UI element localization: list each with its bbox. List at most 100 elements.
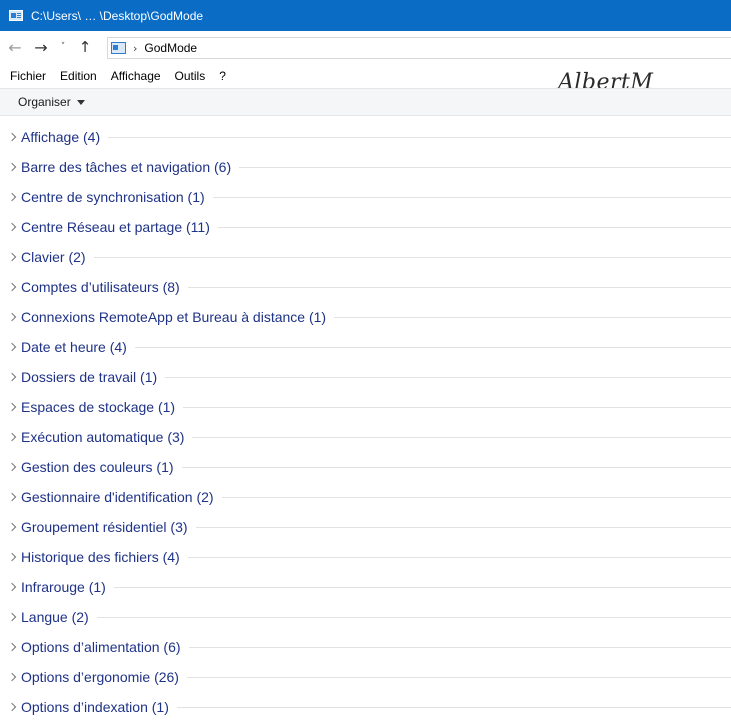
- group-header[interactable]: Comptes d’utilisateurs (8): [0, 272, 731, 302]
- recent-locations-chevron-icon[interactable]: ˅: [56, 43, 70, 52]
- chevron-right-icon[interactable]: [0, 190, 21, 204]
- group-label[interactable]: Connexions RemoteApp et Bureau à distanc…: [21, 309, 334, 325]
- chevron-right-icon[interactable]: [0, 490, 21, 504]
- back-arrow-icon[interactable]: ←: [4, 39, 26, 56]
- caret-down-icon: [76, 100, 85, 105]
- chevron-right-icon[interactable]: [0, 610, 21, 624]
- group-header[interactable]: Dossiers de travail (1): [0, 362, 731, 392]
- group-header[interactable]: Clavier (2): [0, 242, 731, 272]
- control-panel-icon: [9, 10, 23, 21]
- group-divider: [334, 317, 731, 318]
- group-label[interactable]: Gestion des couleurs (1): [21, 459, 182, 475]
- menu-fichier[interactable]: Fichier: [10, 69, 46, 83]
- chevron-right-icon[interactable]: [0, 370, 21, 384]
- group-divider: [221, 497, 731, 498]
- breadcrumb-godmode[interactable]: GodMode: [144, 41, 197, 55]
- group-header[interactable]: Langue (2): [0, 602, 731, 632]
- group-label[interactable]: Clavier (2): [21, 249, 94, 265]
- control-panel-icon: [111, 42, 126, 54]
- group-label[interactable]: Espaces de stockage (1): [21, 399, 183, 415]
- group-label[interactable]: Historique des fichiers (4): [21, 549, 188, 565]
- chevron-right-icon[interactable]: [0, 580, 21, 594]
- group-list: Affichage (4) Barre des tâches et naviga…: [0, 122, 731, 721]
- group-divider: [176, 707, 731, 708]
- navigation-bar: ← → ˅ ↑ › GodMode: [0, 31, 731, 64]
- group-header[interactable]: Gestion des couleurs (1): [0, 452, 731, 482]
- chevron-right-icon[interactable]: [0, 310, 21, 324]
- chevron-right-icon[interactable]: [0, 130, 21, 144]
- group-header[interactable]: Centre de synchronisation (1): [0, 182, 731, 212]
- breadcrumb-separator-icon[interactable]: ›: [133, 42, 137, 55]
- group-divider: [181, 467, 731, 468]
- group-header[interactable]: Gestionnaire d'identification (2): [0, 482, 731, 512]
- address-bar[interactable]: › GodMode: [107, 37, 731, 59]
- group-label[interactable]: Centre Réseau et partage (11): [21, 219, 218, 235]
- chevron-right-icon[interactable]: [0, 250, 21, 264]
- menu-affichage[interactable]: Affichage: [111, 69, 161, 83]
- group-header[interactable]: Options d’ergonomie (26): [0, 662, 731, 692]
- group-divider: [165, 377, 731, 378]
- menu-edition[interactable]: Edition: [60, 69, 97, 83]
- group-divider: [239, 167, 731, 168]
- chevron-right-icon[interactable]: [0, 220, 21, 234]
- chevron-right-icon[interactable]: [0, 700, 21, 714]
- menu-help[interactable]: ?: [219, 69, 226, 83]
- group-header[interactable]: Options d’indexation (1): [0, 692, 731, 721]
- chevron-right-icon[interactable]: [0, 460, 21, 474]
- chevron-right-icon[interactable]: [0, 400, 21, 414]
- chevron-right-icon[interactable]: [0, 520, 21, 534]
- group-label[interactable]: Groupement résidentiel (3): [21, 519, 196, 535]
- group-label[interactable]: Comptes d’utilisateurs (8): [21, 279, 188, 295]
- group-label[interactable]: Options d’indexation (1): [21, 699, 177, 715]
- group-header[interactable]: Groupement résidentiel (3): [0, 512, 731, 542]
- chevron-right-icon[interactable]: [0, 430, 21, 444]
- group-label[interactable]: Date et heure (4): [21, 339, 135, 355]
- organize-label: Organiser: [18, 95, 71, 109]
- group-divider: [186, 677, 731, 678]
- group-divider: [93, 257, 731, 258]
- group-divider: [96, 617, 731, 618]
- chevron-right-icon[interactable]: [0, 160, 21, 174]
- group-header[interactable]: Infrarouge (1): [0, 572, 731, 602]
- chevron-right-icon[interactable]: [0, 550, 21, 564]
- group-header[interactable]: Affichage (4): [0, 122, 731, 152]
- group-divider: [108, 137, 731, 138]
- title-bar: C:\Users\ … \Desktop\GodMode: [0, 0, 731, 31]
- group-label[interactable]: Dossiers de travail (1): [21, 369, 165, 385]
- group-header[interactable]: Options d’alimentation (6): [0, 632, 731, 662]
- group-divider: [195, 527, 731, 528]
- group-header[interactable]: Exécution automatique (3): [0, 422, 731, 452]
- group-header[interactable]: Centre Réseau et partage (11): [0, 212, 731, 242]
- group-label[interactable]: Affichage (4): [21, 129, 108, 145]
- group-header[interactable]: Date et heure (4): [0, 332, 731, 362]
- group-label[interactable]: Barre des tâches et navigation (6): [21, 159, 239, 175]
- menu-outils[interactable]: Outils: [175, 69, 206, 83]
- group-header[interactable]: Barre des tâches et navigation (6): [0, 152, 731, 182]
- group-header[interactable]: Historique des fichiers (4): [0, 542, 731, 572]
- group-label[interactable]: Centre de synchronisation (1): [21, 189, 213, 205]
- group-header[interactable]: Espaces de stockage (1): [0, 392, 731, 422]
- group-label[interactable]: Langue (2): [21, 609, 97, 625]
- group-label[interactable]: Infrarouge (1): [21, 579, 114, 595]
- group-divider: [187, 557, 731, 558]
- organize-button[interactable]: Organiser: [18, 95, 85, 109]
- chevron-right-icon[interactable]: [0, 280, 21, 294]
- group-header[interactable]: Connexions RemoteApp et Bureau à distanc…: [0, 302, 731, 332]
- group-divider: [183, 407, 731, 408]
- group-divider: [188, 647, 731, 648]
- group-label[interactable]: Gestionnaire d'identification (2): [21, 489, 222, 505]
- group-divider: [187, 287, 731, 288]
- group-divider: [217, 227, 731, 228]
- group-divider: [192, 437, 731, 438]
- up-arrow-icon[interactable]: ↑: [74, 40, 96, 55]
- chevron-right-icon[interactable]: [0, 340, 21, 354]
- group-divider: [212, 197, 731, 198]
- group-label[interactable]: Exécution automatique (3): [21, 429, 192, 445]
- forward-arrow-icon[interactable]: →: [30, 39, 52, 56]
- chevron-right-icon[interactable]: [0, 640, 21, 654]
- group-label[interactable]: Options d’alimentation (6): [21, 639, 189, 655]
- chevron-right-icon[interactable]: [0, 670, 21, 684]
- group-divider: [113, 587, 731, 588]
- group-label[interactable]: Options d’ergonomie (26): [21, 669, 187, 685]
- window-title: C:\Users\ … \Desktop\GodMode: [31, 8, 204, 23]
